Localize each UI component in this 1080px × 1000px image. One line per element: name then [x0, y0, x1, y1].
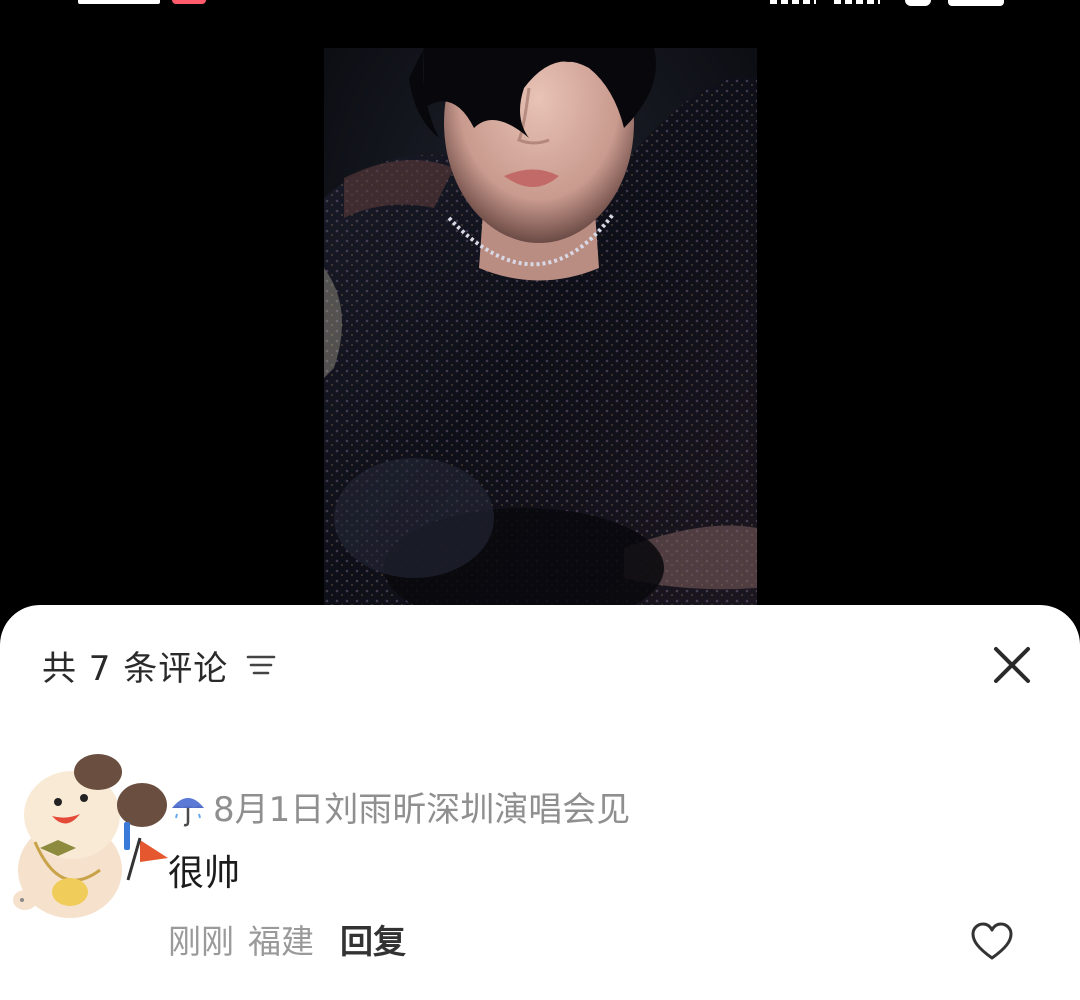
umbrella-icon [168, 788, 208, 828]
comment-text[interactable]: 很帅 [168, 850, 240, 898]
signal-icon [834, 0, 880, 4]
comment-meta: 刚刚 福建 回复 [168, 920, 406, 964]
comment-location: 福建 [248, 922, 314, 961]
cartoon-dog-avatar-icon [13, 754, 168, 918]
heart-outline-icon[interactable] [970, 920, 1014, 964]
video-frame-image [324, 48, 757, 605]
comments-header: 共 7 条评论 [42, 643, 276, 689]
close-icon[interactable] [990, 643, 1034, 687]
sort-icon[interactable] [246, 651, 276, 679]
battery-icon [948, 0, 1004, 6]
status-bar [0, 0, 1080, 8]
comments-sheet: 共 7 条评论 8月1日刘雨昕深圳演唱会见 很帅 刚刚 福建 回复 [0, 605, 1080, 1000]
wifi-icon [905, 0, 931, 6]
reply-button[interactable]: 回复 [340, 920, 406, 964]
signal-icon [770, 0, 816, 4]
avatar[interactable] [0, 750, 175, 930]
notification-badge-icon [172, 0, 206, 4]
comment-time: 刚刚 [168, 922, 234, 961]
comment-item: 8月1日刘雨昕深圳演唱会见 很帅 刚刚 福建 回复 [0, 750, 1080, 980]
status-time [78, 0, 160, 4]
comment-count-title: 共 7 条评论 [42, 648, 229, 689]
comment-username[interactable]: 8月1日刘雨昕深圳演唱会见 [213, 788, 630, 832]
video-frame[interactable] [324, 48, 757, 605]
app-screen: 共 7 条评论 8月1日刘雨昕深圳演唱会见 很帅 刚刚 福建 回复 [0, 0, 1080, 1000]
